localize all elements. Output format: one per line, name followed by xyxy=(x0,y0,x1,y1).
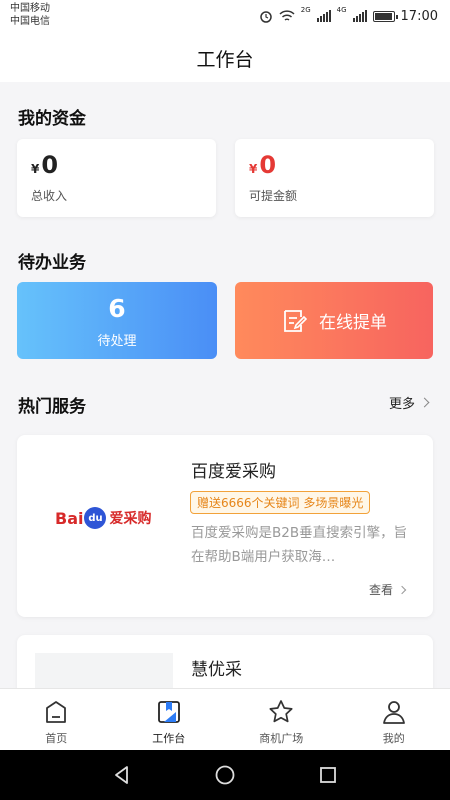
signal-icon xyxy=(316,10,331,22)
pending-count: 6 xyxy=(108,294,126,323)
withdrawable-value: 0 xyxy=(259,151,277,179)
withdrawable-label: 可提金额 xyxy=(249,189,298,203)
recents-icon[interactable] xyxy=(317,764,339,786)
carrier-1: 中国移动 xyxy=(10,3,50,14)
user-icon xyxy=(382,701,405,724)
tab-mine[interactable]: 我的 xyxy=(338,689,450,750)
star-icon xyxy=(269,700,293,723)
more-services-link[interactable]: 更多 xyxy=(388,393,430,412)
income-label: 总收入 xyxy=(31,189,68,203)
wifi-icon xyxy=(279,9,295,21)
service-card-huiyoucai[interactable]: 慧优采 xyxy=(17,635,433,688)
more-label: 更多 xyxy=(388,397,415,412)
pending-tasks-card[interactable]: 6 待处理 xyxy=(17,282,217,359)
tab-label: 工作台 xyxy=(152,732,186,745)
main-content[interactable]: 我的资金 ¥0 总收入 ¥0 可提金额 待办业务 6 待处理 在线提单 热门服务… xyxy=(0,82,450,688)
page-title: 工作台 xyxy=(196,48,254,71)
currency-symbol: ¥ xyxy=(249,162,258,176)
service-description: 百度爱采购是B2B垂直搜索引擎，旨在帮助B端用户获取海… xyxy=(191,525,408,565)
back-icon[interactable] xyxy=(111,764,133,786)
services-section-title: 热门服务 xyxy=(18,397,86,417)
home-circle-icon[interactable] xyxy=(214,764,236,786)
chevron-right-icon xyxy=(419,397,430,408)
income-value: 0 xyxy=(41,151,59,179)
chevron-right-icon xyxy=(397,585,407,594)
status-indicators: 2G 4G 17:00 xyxy=(259,7,438,25)
home-icon xyxy=(46,701,67,723)
view-service-link[interactable]: 查看 xyxy=(368,581,407,598)
tab-label: 商机广场 xyxy=(259,732,304,745)
funds-section-title: 我的资金 xyxy=(18,109,86,129)
online-order-label: 在线提单 xyxy=(319,313,387,333)
baidu-logo: Bai du 爱采购 xyxy=(55,507,151,529)
online-order-button[interactable]: 在线提单 xyxy=(235,282,433,359)
network-type-1: 2G xyxy=(300,6,311,14)
logo-text: Bai xyxy=(55,508,84,528)
workbench-icon xyxy=(157,701,180,723)
tasks-section-title: 待办业务 xyxy=(18,253,86,273)
currency-symbol: ¥ xyxy=(31,162,40,176)
tab-opportunities[interactable]: 商机广场 xyxy=(225,689,338,750)
edit-note-icon xyxy=(284,309,308,332)
logo-cn-text: 爱采购 xyxy=(109,511,152,527)
service-logo xyxy=(35,653,173,688)
system-nav-bar xyxy=(0,750,450,800)
tab-label: 首页 xyxy=(45,732,68,745)
income-card[interactable]: ¥0 总收入 xyxy=(17,139,216,217)
alarm-icon xyxy=(260,11,272,23)
pending-label: 待处理 xyxy=(97,334,137,349)
battery-icon xyxy=(372,10,398,22)
signal-icon-2 xyxy=(352,10,367,22)
clock: 17:00 xyxy=(400,8,438,24)
network-type-2: 4G xyxy=(336,6,347,14)
tab-workbench[interactable]: 工作台 xyxy=(113,689,226,750)
app-header: 工作台 xyxy=(0,34,450,82)
status-bar: 中国移动 中国电信 2G 4G 17:00 xyxy=(0,0,450,34)
tab-label: 我的 xyxy=(382,732,405,745)
income-amount: ¥0 xyxy=(31,151,58,179)
withdrawable-amount: ¥0 xyxy=(249,151,276,179)
service-card-baidu[interactable]: Bai du 爱采购 百度爱采购 赠送6666个关键词 多场景曝光 百度爱采购是… xyxy=(17,435,433,617)
service-name: 慧优采 xyxy=(191,660,242,680)
service-name: 百度爱采购 xyxy=(191,462,276,482)
baidu-paw-icon: du xyxy=(84,507,107,529)
withdrawable-card[interactable]: ¥0 可提金额 xyxy=(235,139,434,217)
carrier-2: 中国电信 xyxy=(10,16,50,27)
service-tag-badge: 赠送6666个关键词 多场景曝光 xyxy=(190,491,371,514)
tab-home[interactable]: 首页 xyxy=(0,689,113,750)
view-label: 查看 xyxy=(368,583,393,597)
bottom-tab-bar: 首页 工作台 商机广场 我的 xyxy=(0,688,450,750)
